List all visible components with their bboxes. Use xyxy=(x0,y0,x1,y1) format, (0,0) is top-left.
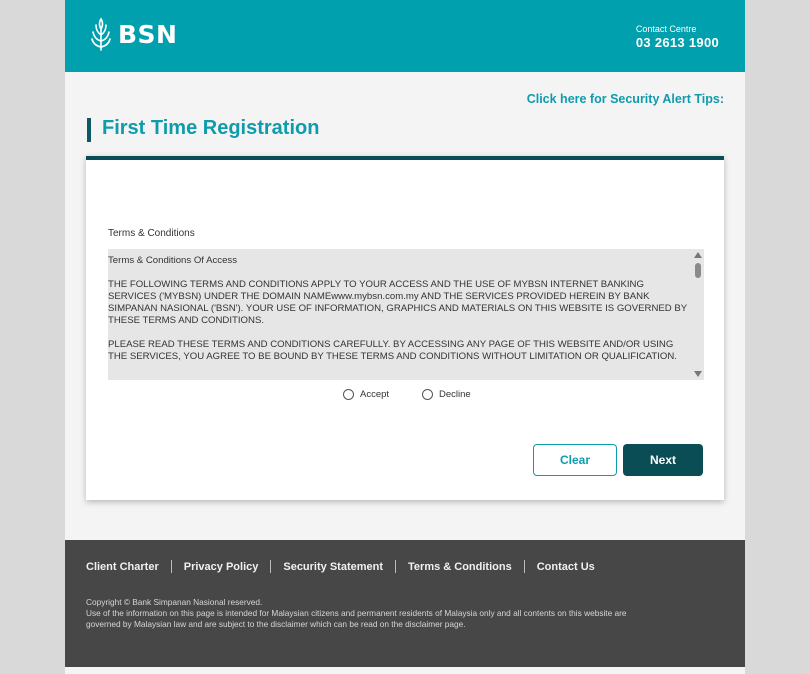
page: BSN Contact Centre 03 2613 1900 Click he… xyxy=(65,0,745,674)
footer-divider xyxy=(523,560,525,573)
footer-divider xyxy=(270,560,272,573)
decline-label: Decline xyxy=(439,388,471,400)
header: BSN Contact Centre 03 2613 1900 xyxy=(65,0,745,72)
footer-divider xyxy=(170,560,172,573)
footer-link-terms-conditions[interactable]: Terms & Conditions xyxy=(408,561,512,573)
clear-button[interactable]: Clear xyxy=(533,444,617,476)
next-button[interactable]: Next xyxy=(623,444,703,476)
footer-copyright: Copyright © Bank Simpanan Nasional reser… xyxy=(86,597,656,630)
footer-links: Client Charter Privacy Policy Security S… xyxy=(86,560,595,573)
decline-radio[interactable] xyxy=(422,389,433,400)
accept-radio[interactable] xyxy=(343,389,354,400)
terms-heading: Terms & Conditions Of Access xyxy=(108,255,238,266)
terms-textarea[interactable]: Terms & Conditions Of Access THE FOLLOWI… xyxy=(108,249,704,380)
terms-content: Terms & Conditions Of Access THE FOLLOWI… xyxy=(108,249,692,375)
disclaimer-text: Use of the information on this page is i… xyxy=(86,608,627,629)
footer-divider xyxy=(395,560,397,573)
title-accent-bar xyxy=(87,118,91,142)
decline-option[interactable]: Decline xyxy=(422,388,471,400)
contact-number: 03 2613 1900 xyxy=(635,35,719,50)
page-title: First Time Registration xyxy=(102,117,320,139)
footer-link-client-charter[interactable]: Client Charter xyxy=(86,561,159,573)
footer: Client Charter Privacy Policy Security S… xyxy=(65,540,745,667)
terms-paragraph: THE FOLLOWING TERMS AND CONDITIONS APPLY… xyxy=(108,279,688,326)
copyright-text: Copyright © Bank Simpanan Nasional reser… xyxy=(86,597,263,607)
terms-label: Terms & Conditions xyxy=(108,228,195,239)
registration-card: Terms & Conditions Terms & Conditions Of… xyxy=(86,156,724,500)
tree-logo-icon xyxy=(91,17,111,51)
accept-option[interactable]: Accept xyxy=(343,388,389,400)
security-alert-link[interactable]: Click here for Security Alert Tips: xyxy=(527,92,724,106)
scroll-up-arrow-icon[interactable] xyxy=(694,252,702,258)
terms-scrollbar[interactable] xyxy=(692,249,704,380)
footer-link-security-statement[interactable]: Security Statement xyxy=(283,561,383,573)
contact-centre: Contact Centre 03 2613 1900 xyxy=(636,24,719,50)
scroll-down-arrow-icon[interactable] xyxy=(694,371,702,377)
terms-paragraph: PLEASE READ THESE TERMS AND CONDITIONS C… xyxy=(108,339,677,362)
footer-link-contact-us[interactable]: Contact Us xyxy=(537,561,595,573)
footer-link-privacy-policy[interactable]: Privacy Policy xyxy=(184,561,259,573)
scroll-thumb[interactable] xyxy=(695,263,701,278)
contact-label: Contact Centre xyxy=(635,24,697,34)
logo-text: BSN xyxy=(118,19,178,49)
accept-label: Accept xyxy=(360,388,390,400)
bsn-logo[interactable]: BSN xyxy=(87,17,177,51)
